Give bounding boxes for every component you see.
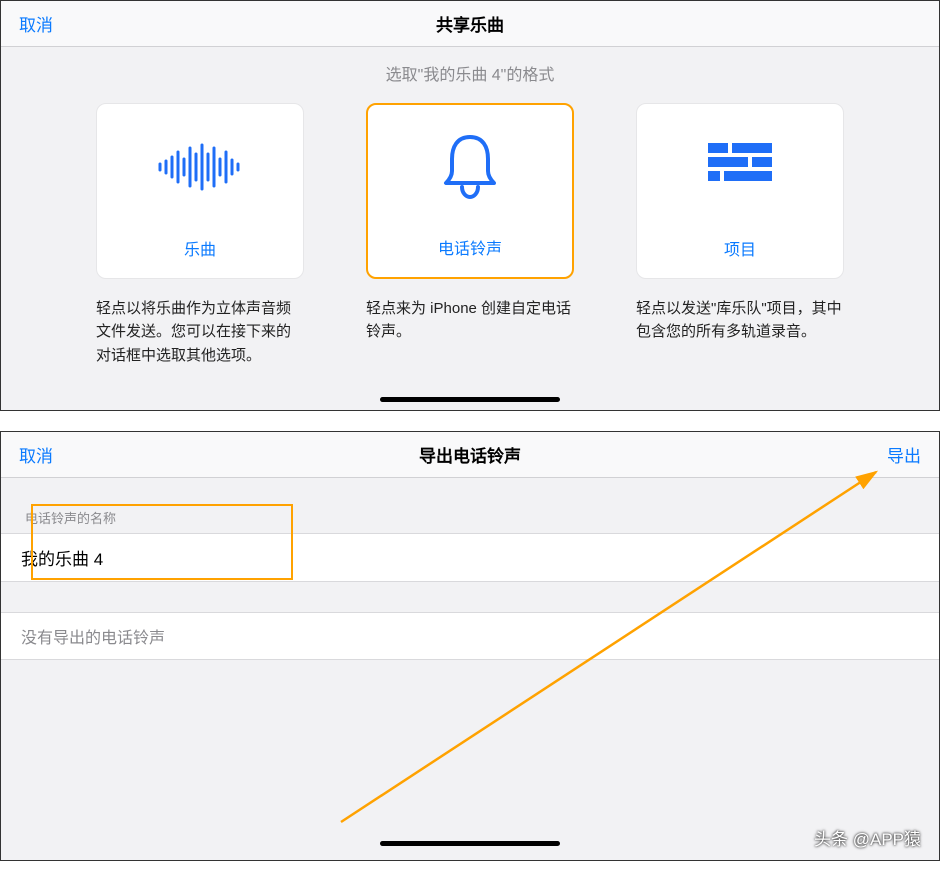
card-song[interactable]: 乐曲 — [96, 103, 304, 279]
card-project[interactable]: 项目 — [636, 103, 844, 279]
waveform-icon — [156, 104, 244, 230]
card-ringtone[interactable]: 电话铃声 — [366, 103, 574, 279]
ringtone-name-label: 电话铃声的名称 — [1, 508, 939, 533]
card-ringtone-desc: 轻点来为 iPhone 创建自定电话铃声。 — [366, 297, 574, 344]
ringtone-name-group: 电话铃声的名称 我的乐曲 4 — [1, 508, 939, 582]
no-exported-ringtones: 没有导出的电话铃声 — [1, 612, 939, 660]
share-song-panel: 取消 共享乐曲 选取"我的乐曲 4"的格式 — [0, 0, 940, 411]
format-cards: 乐曲 轻点以将乐曲作为立体声音频文件发送。您可以在接下来的对话框中选取其他选项。… — [1, 103, 939, 387]
card-ringtone-label: 电话铃声 — [438, 235, 502, 259]
watermark: 头条 @APP猿 — [814, 825, 921, 850]
home-indicator-2 — [380, 841, 560, 846]
card-song-desc: 轻点以将乐曲作为立体声音频文件发送。您可以在接下来的对话框中选取其他选项。 — [96, 297, 304, 367]
panel1-header: 取消 共享乐曲 — [1, 1, 939, 47]
tracks-icon — [706, 104, 774, 230]
panel1-title: 共享乐曲 — [1, 11, 939, 36]
panel2-header: 取消 导出电话铃声 导出 — [1, 432, 939, 478]
card-song-label: 乐曲 — [184, 236, 216, 260]
export-button[interactable]: 导出 — [887, 442, 921, 467]
home-indicator — [380, 397, 560, 402]
bell-icon — [438, 105, 502, 229]
cancel-button-2[interactable]: 取消 — [19, 442, 53, 467]
cancel-button[interactable]: 取消 — [19, 11, 53, 36]
ringtone-name-field[interactable]: 我的乐曲 4 — [1, 533, 939, 582]
card-project-label: 项目 — [724, 236, 756, 260]
panel2-title: 导出电话铃声 — [1, 442, 939, 467]
card-project-desc: 轻点以发送"库乐队"项目，其中包含您的所有多轨道录音。 — [636, 297, 844, 344]
export-ringtone-panel: 取消 导出电话铃声 导出 电话铃声的名称 我的乐曲 4 没有导出的电话铃声 头条… — [0, 431, 940, 861]
format-subtitle: 选取"我的乐曲 4"的格式 — [1, 61, 939, 85]
